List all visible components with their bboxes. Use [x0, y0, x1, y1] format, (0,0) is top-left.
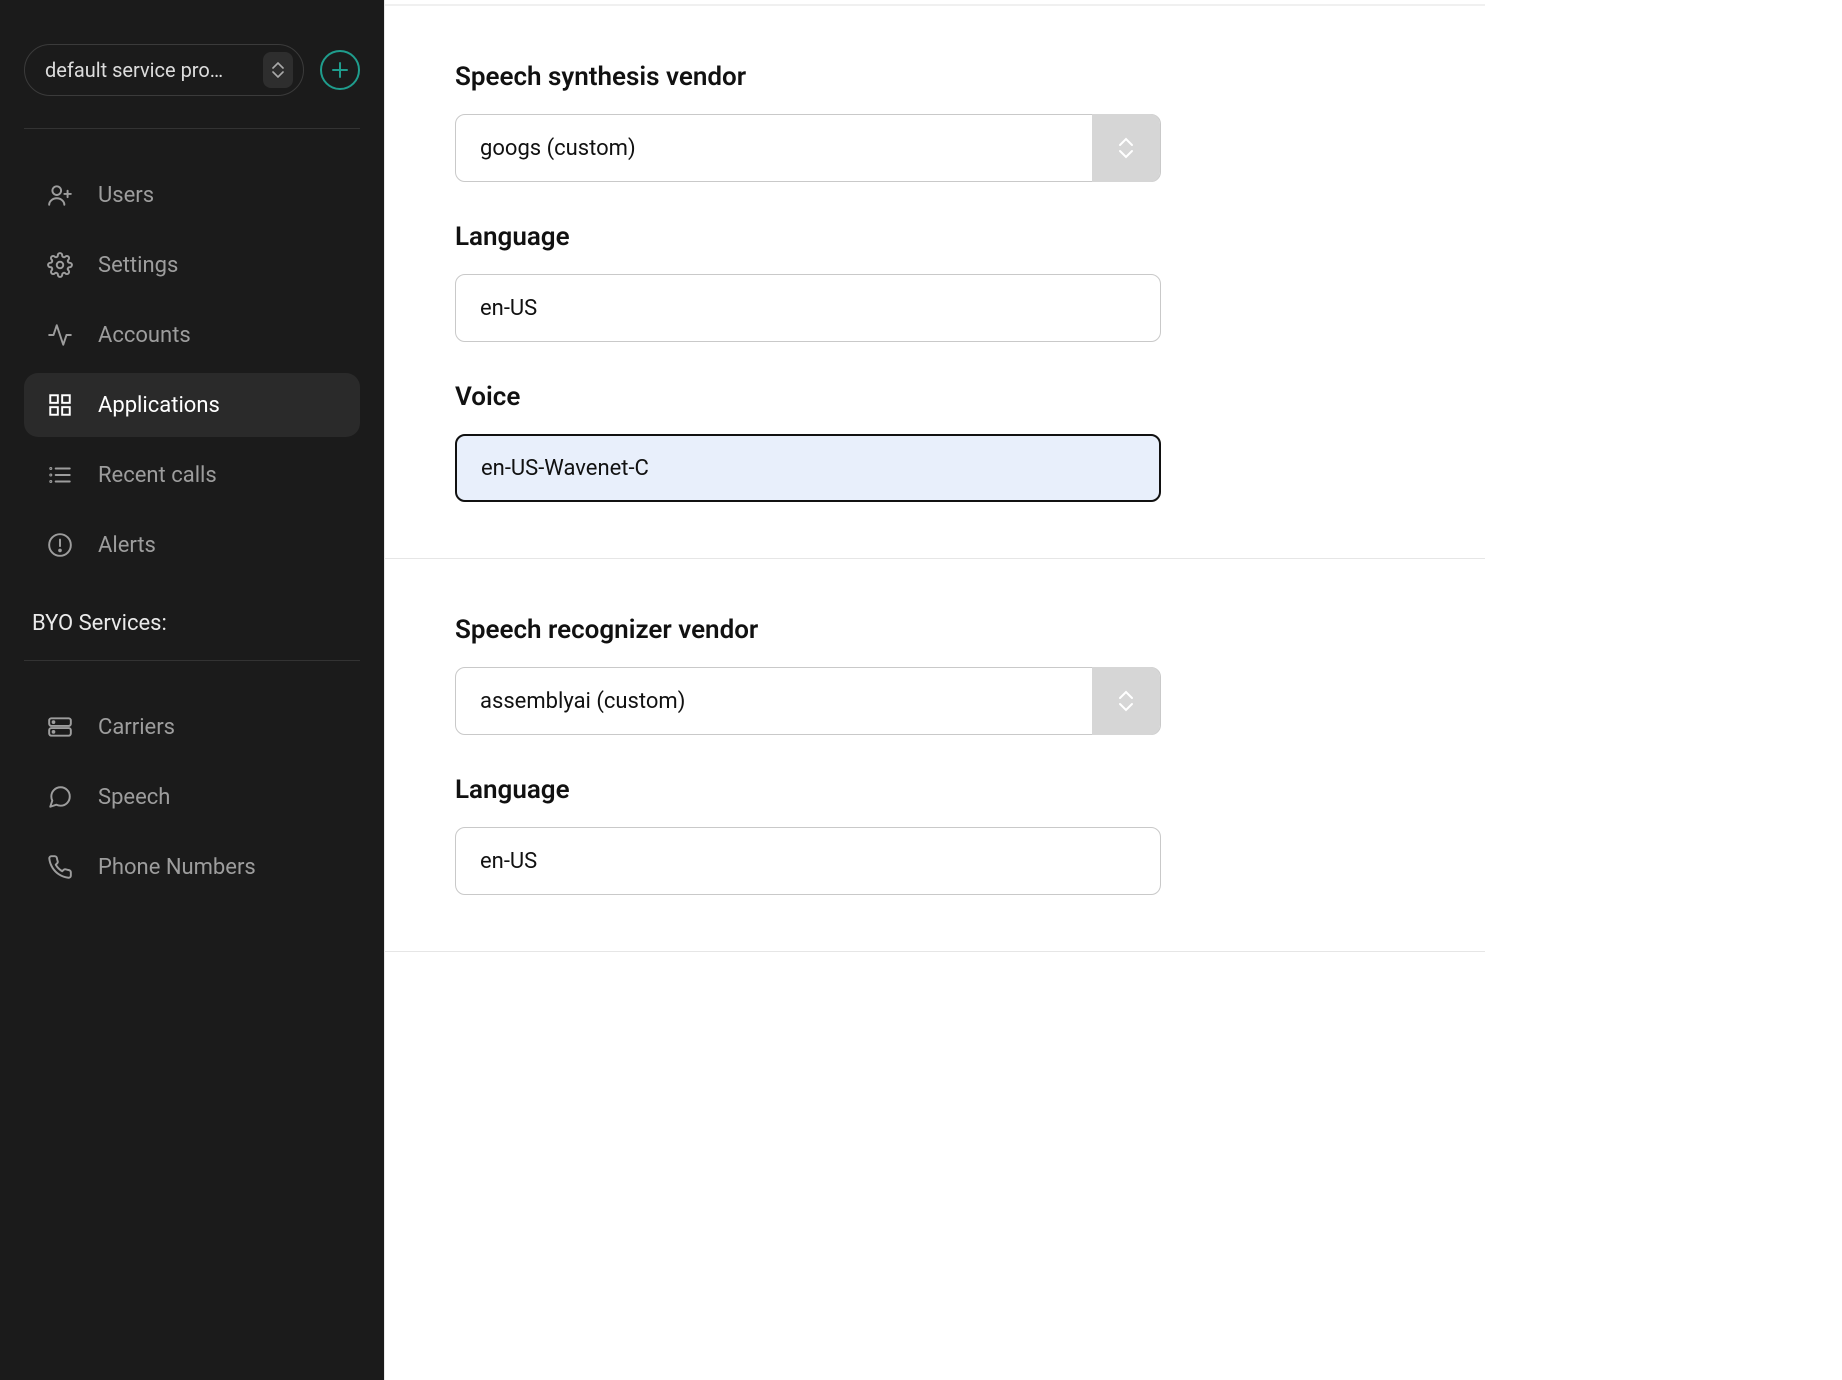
alert-icon — [46, 531, 74, 559]
activity-icon — [46, 321, 74, 349]
speech-synthesis-panel: Speech synthesis vendor googs (custom) L… — [385, 4, 1485, 558]
sidebar-item-label: Recent calls — [98, 463, 217, 488]
sidebar: default service pro… Users Settings — [0, 0, 384, 1380]
field-speech-recognizer-vendor: Speech recognizer vendor assemblyai (cus… — [455, 615, 1485, 735]
byo-nav: Carriers Speech Phone Numbers — [24, 695, 360, 899]
sidebar-item-label: Accounts — [98, 323, 191, 348]
field-label: Speech recognizer vendor — [455, 615, 1485, 645]
sidebar-item-applications[interactable]: Applications — [24, 373, 360, 437]
divider — [385, 951, 1485, 952]
main-content: Speech synthesis vendor googs (custom) L… — [384, 0, 1842, 1380]
sidebar-item-recent-calls[interactable]: Recent calls — [24, 443, 360, 507]
service-provider-row: default service pro… — [24, 44, 360, 96]
field-label: Language — [455, 222, 1485, 252]
sidebar-item-speech[interactable]: Speech — [24, 765, 360, 829]
select-value: assemblyai (custom) — [480, 689, 685, 714]
field-recognizer-language: Language — [455, 775, 1485, 895]
sidebar-item-users[interactable]: Users — [24, 163, 360, 227]
sidebar-item-settings[interactable]: Settings — [24, 233, 360, 297]
field-speech-synthesis-vendor: Speech synthesis vendor googs (custom) — [455, 62, 1485, 182]
chevron-up-down-icon — [1092, 667, 1160, 735]
byo-section-label: BYO Services: — [32, 611, 360, 636]
add-service-provider-button[interactable] — [320, 50, 360, 90]
sidebar-item-label: Alerts — [98, 533, 156, 558]
sidebar-item-carriers[interactable]: Carriers — [24, 695, 360, 759]
sidebar-item-label: Settings — [98, 253, 178, 278]
speech-icon — [46, 783, 74, 811]
sidebar-item-label: Speech — [98, 785, 170, 810]
speech-recognizer-panel: Speech recognizer vendor assemblyai (cus… — [385, 558, 1485, 951]
synthesis-language-input[interactable] — [455, 274, 1161, 342]
user-add-icon — [46, 181, 74, 209]
speech-synthesis-vendor-select[interactable]: googs (custom) — [455, 114, 1161, 182]
voice-input[interactable] — [455, 434, 1161, 502]
field-label: Voice — [455, 382, 1485, 412]
field-label: Language — [455, 775, 1485, 805]
sidebar-item-label: Users — [98, 183, 154, 208]
phone-icon — [46, 853, 74, 881]
sidebar-item-accounts[interactable]: Accounts — [24, 303, 360, 367]
sidebar-item-label: Carriers — [98, 715, 175, 740]
server-icon — [46, 713, 74, 741]
speech-recognizer-vendor-select[interactable]: assemblyai (custom) — [455, 667, 1161, 735]
sidebar-item-phone-numbers[interactable]: Phone Numbers — [24, 835, 360, 899]
chevron-up-down-icon — [1092, 114, 1160, 182]
divider — [24, 660, 360, 661]
field-voice: Voice — [455, 382, 1485, 502]
list-icon — [46, 461, 74, 489]
field-label: Speech synthesis vendor — [455, 62, 1485, 92]
gear-icon — [46, 251, 74, 279]
field-synthesis-language: Language — [455, 222, 1485, 342]
sidebar-item-label: Phone Numbers — [98, 855, 256, 880]
sidebar-item-label: Applications — [98, 393, 220, 418]
grid-icon — [46, 391, 74, 419]
sidebar-item-alerts[interactable]: Alerts — [24, 513, 360, 577]
divider — [24, 128, 360, 129]
primary-nav: Users Settings Accounts Applications Rec… — [24, 163, 360, 577]
service-provider-label: default service pro… — [45, 58, 223, 82]
recognizer-language-input[interactable] — [455, 827, 1161, 895]
select-value: googs (custom) — [480, 136, 636, 161]
chevron-up-down-icon — [263, 52, 293, 88]
service-provider-select[interactable]: default service pro… — [24, 44, 304, 96]
plus-icon — [331, 61, 349, 79]
